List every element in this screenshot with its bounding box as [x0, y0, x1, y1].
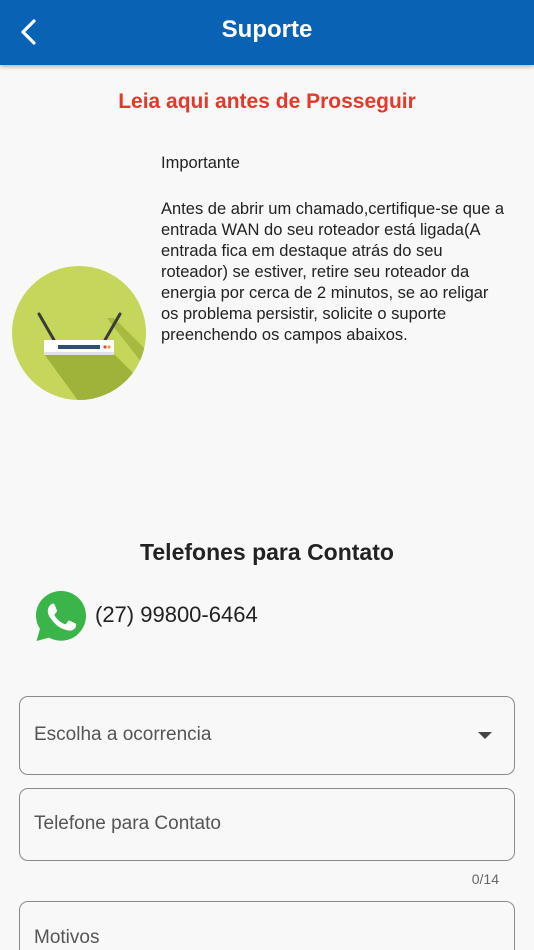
reasons-field[interactable]: Motivos — [19, 901, 515, 950]
notice-text: Importante Antes de abrir um chamado,cer… — [161, 153, 506, 346]
contact-phone[interactable]: (27) 99800-6464 — [95, 602, 258, 628]
app-bar: Suporte — [0, 0, 534, 65]
page-title: Suporte — [221, 16, 313, 43]
router-icon — [12, 266, 146, 400]
reasons-field-label: Motivos — [34, 927, 100, 948]
occurrence-select[interactable]: Escolha a ocorrencia — [19, 696, 515, 775]
whatsapp-icon[interactable] — [33, 588, 89, 644]
occurrence-select-label: Escolha a ocorrencia — [34, 724, 212, 745]
notice-heading: Leia aqui antes de Prosseguir — [118, 90, 416, 113]
phone-char-counter: 0/14 — [471, 871, 499, 887]
contacts-title: Telefones para Contato — [140, 539, 394, 565]
notice-body: Antes de abrir um chamado,certifique-se … — [161, 200, 505, 344]
dropdown-arrow-icon[interactable] — [478, 732, 492, 739]
notice-important: Importante — [161, 154, 240, 172]
contact-phone-field[interactable]: Telefone para Contato — [19, 788, 515, 861]
contact-phone-field-label: Telefone para Contato — [34, 813, 221, 834]
